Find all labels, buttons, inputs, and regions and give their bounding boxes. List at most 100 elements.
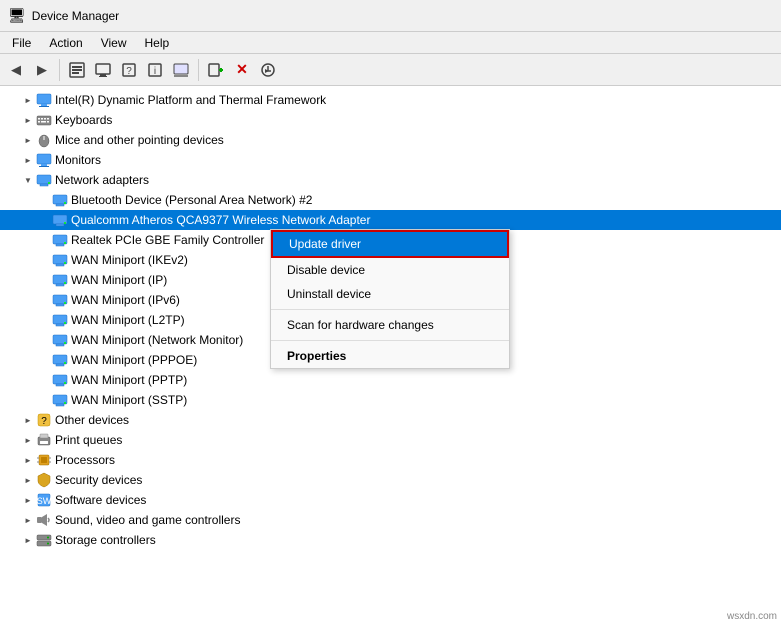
svg-text:SW: SW bbox=[37, 496, 52, 506]
expander-intel[interactable]: ► bbox=[20, 92, 36, 108]
menu-view[interactable]: View bbox=[93, 34, 135, 52]
icon-wan-pptp bbox=[52, 372, 68, 388]
icon-wan-sstp bbox=[52, 392, 68, 408]
tree-item-processors[interactable]: ► Processors bbox=[0, 450, 781, 470]
icon-wan-ipv6 bbox=[52, 292, 68, 308]
expander-security-devices[interactable]: ► bbox=[20, 472, 36, 488]
icon-realtek bbox=[52, 232, 68, 248]
view-button[interactable] bbox=[169, 58, 193, 82]
icon-wan-netmon bbox=[52, 332, 68, 348]
expander-mice[interactable]: ► bbox=[20, 132, 36, 148]
menu-bar: File Action View Help bbox=[0, 32, 781, 54]
menu-file[interactable]: File bbox=[4, 34, 39, 52]
tree-item-wan-pptp[interactable]: WAN Miniport (PPTP) bbox=[0, 370, 781, 390]
tree-item-qualcomm[interactable]: Qualcomm Atheros QCA9377 Wireless Networ… bbox=[0, 210, 781, 230]
tree-item-software-devices[interactable]: ►SWSoftware devices bbox=[0, 490, 781, 510]
tree-item-print-queues[interactable]: ► Print queues bbox=[0, 430, 781, 450]
svg-text:?: ? bbox=[126, 66, 132, 77]
toolbar: ◀ ▶ ? i ✕ bbox=[0, 54, 781, 86]
ctx-sep-sep2 bbox=[271, 340, 509, 341]
title-bar: 🖥 Device Manager bbox=[0, 0, 781, 32]
tree-item-wan-sstp[interactable]: WAN Miniport (SSTP) bbox=[0, 390, 781, 410]
help-button[interactable]: ? bbox=[117, 58, 141, 82]
label-security-devices: Security devices bbox=[55, 473, 142, 487]
label-intel: Intel(R) Dynamic Platform and Thermal Fr… bbox=[55, 93, 326, 107]
label-wan-ikev2: WAN Miniport (IKEv2) bbox=[71, 253, 188, 267]
properties-button[interactable] bbox=[65, 58, 89, 82]
label-sound: Sound, video and game controllers bbox=[55, 513, 240, 527]
ctx-item-disable-device[interactable]: Disable device bbox=[271, 258, 509, 282]
icon-software-devices: SW bbox=[36, 492, 52, 508]
menu-action[interactable]: Action bbox=[41, 34, 90, 52]
expander-software-devices[interactable]: ► bbox=[20, 492, 36, 508]
icon-wan-pppoe bbox=[52, 352, 68, 368]
expander-processors[interactable]: ► bbox=[20, 452, 36, 468]
expander-keyboards[interactable]: ► bbox=[20, 112, 36, 128]
tree-item-monitors[interactable]: ► Monitors bbox=[0, 150, 781, 170]
toolbar-sep-2 bbox=[198, 59, 199, 81]
icon-network-adapters bbox=[36, 172, 52, 188]
expander-monitors[interactable]: ► bbox=[20, 152, 36, 168]
ctx-sep-sep1 bbox=[271, 309, 509, 310]
expander-print-queues[interactable]: ► bbox=[20, 432, 36, 448]
tree-item-security-devices[interactable]: ► Security devices bbox=[0, 470, 781, 490]
label-qualcomm: Qualcomm Atheros QCA9377 Wireless Networ… bbox=[71, 213, 370, 227]
label-keyboards: Keyboards bbox=[55, 113, 112, 127]
forward-button[interactable]: ▶ bbox=[30, 58, 54, 82]
tree-item-storage[interactable]: ► Storage controllers bbox=[0, 530, 781, 550]
update-toolbar-button[interactable] bbox=[256, 58, 280, 82]
scan-button[interactable] bbox=[91, 58, 115, 82]
icon-monitors bbox=[36, 152, 52, 168]
icon-mice bbox=[36, 132, 52, 148]
ctx-item-scan-changes[interactable]: Scan for hardware changes bbox=[271, 313, 509, 337]
expander-other-devices[interactable]: ► bbox=[20, 412, 36, 428]
icon-wan-ikev2 bbox=[52, 252, 68, 268]
label-monitors: Monitors bbox=[55, 153, 101, 167]
tree-item-network-adapters[interactable]: ▼ Network adapters bbox=[0, 170, 781, 190]
label-wan-ip: WAN Miniport (IP) bbox=[71, 273, 167, 287]
expander-sound[interactable]: ► bbox=[20, 512, 36, 528]
tree-item-mice[interactable]: ►Mice and other pointing devices bbox=[0, 130, 781, 150]
icon-sound bbox=[36, 512, 52, 528]
toolbar-sep-1 bbox=[59, 59, 60, 81]
icon-processors bbox=[36, 452, 52, 468]
label-processors: Processors bbox=[55, 453, 115, 467]
label-other-devices: Other devices bbox=[55, 413, 129, 427]
icon-storage bbox=[36, 532, 52, 548]
icon-bluetooth bbox=[52, 192, 68, 208]
icon-print-queues bbox=[36, 432, 52, 448]
tree-item-sound[interactable]: ► Sound, video and game controllers bbox=[0, 510, 781, 530]
remove-button[interactable]: ✕ bbox=[230, 58, 254, 82]
ctx-item-update-driver[interactable]: Update driver bbox=[271, 230, 509, 258]
label-storage: Storage controllers bbox=[55, 533, 156, 547]
watermark: wsxdn.com bbox=[727, 611, 777, 622]
label-print-queues: Print queues bbox=[55, 433, 122, 447]
label-software-devices: Software devices bbox=[55, 493, 146, 507]
label-bluetooth: Bluetooth Device (Personal Area Network)… bbox=[71, 193, 312, 207]
label-wan-pptp: WAN Miniport (PPTP) bbox=[71, 373, 187, 387]
expander-storage[interactable]: ► bbox=[20, 532, 36, 548]
tree-item-keyboards[interactable]: ► Keyboards bbox=[0, 110, 781, 130]
icon-intel bbox=[36, 92, 52, 108]
icon-other-devices: ? bbox=[36, 412, 52, 428]
ctx-item-uninstall-device[interactable]: Uninstall device bbox=[271, 282, 509, 306]
title-bar-title: Device Manager bbox=[32, 9, 119, 23]
add-button[interactable] bbox=[204, 58, 228, 82]
ctx-item-properties[interactable]: Properties bbox=[271, 344, 509, 368]
label-wan-ipv6: WAN Miniport (IPv6) bbox=[71, 293, 180, 307]
tree-item-other-devices[interactable]: ►? Other devices bbox=[0, 410, 781, 430]
expander-network-adapters[interactable]: ▼ bbox=[20, 172, 36, 188]
tree-item-intel[interactable]: ► Intel(R) Dynamic Platform and Thermal F… bbox=[0, 90, 781, 110]
label-network-adapters: Network adapters bbox=[55, 173, 149, 187]
back-button[interactable]: ◀ bbox=[4, 58, 28, 82]
label-realtek: Realtek PCIe GBE Family Controller bbox=[71, 233, 264, 247]
svg-text:?: ? bbox=[41, 416, 47, 427]
label-wan-l2tp: WAN Miniport (L2TP) bbox=[71, 313, 185, 327]
icon-security-devices bbox=[36, 472, 52, 488]
tree-item-bluetooth[interactable]: Bluetooth Device (Personal Area Network)… bbox=[0, 190, 781, 210]
info-button[interactable]: i bbox=[143, 58, 167, 82]
label-wan-sstp: WAN Miniport (SSTP) bbox=[71, 393, 187, 407]
icon-keyboards bbox=[36, 112, 52, 128]
svg-text:i: i bbox=[154, 66, 156, 77]
menu-help[interactable]: Help bbox=[137, 34, 178, 52]
